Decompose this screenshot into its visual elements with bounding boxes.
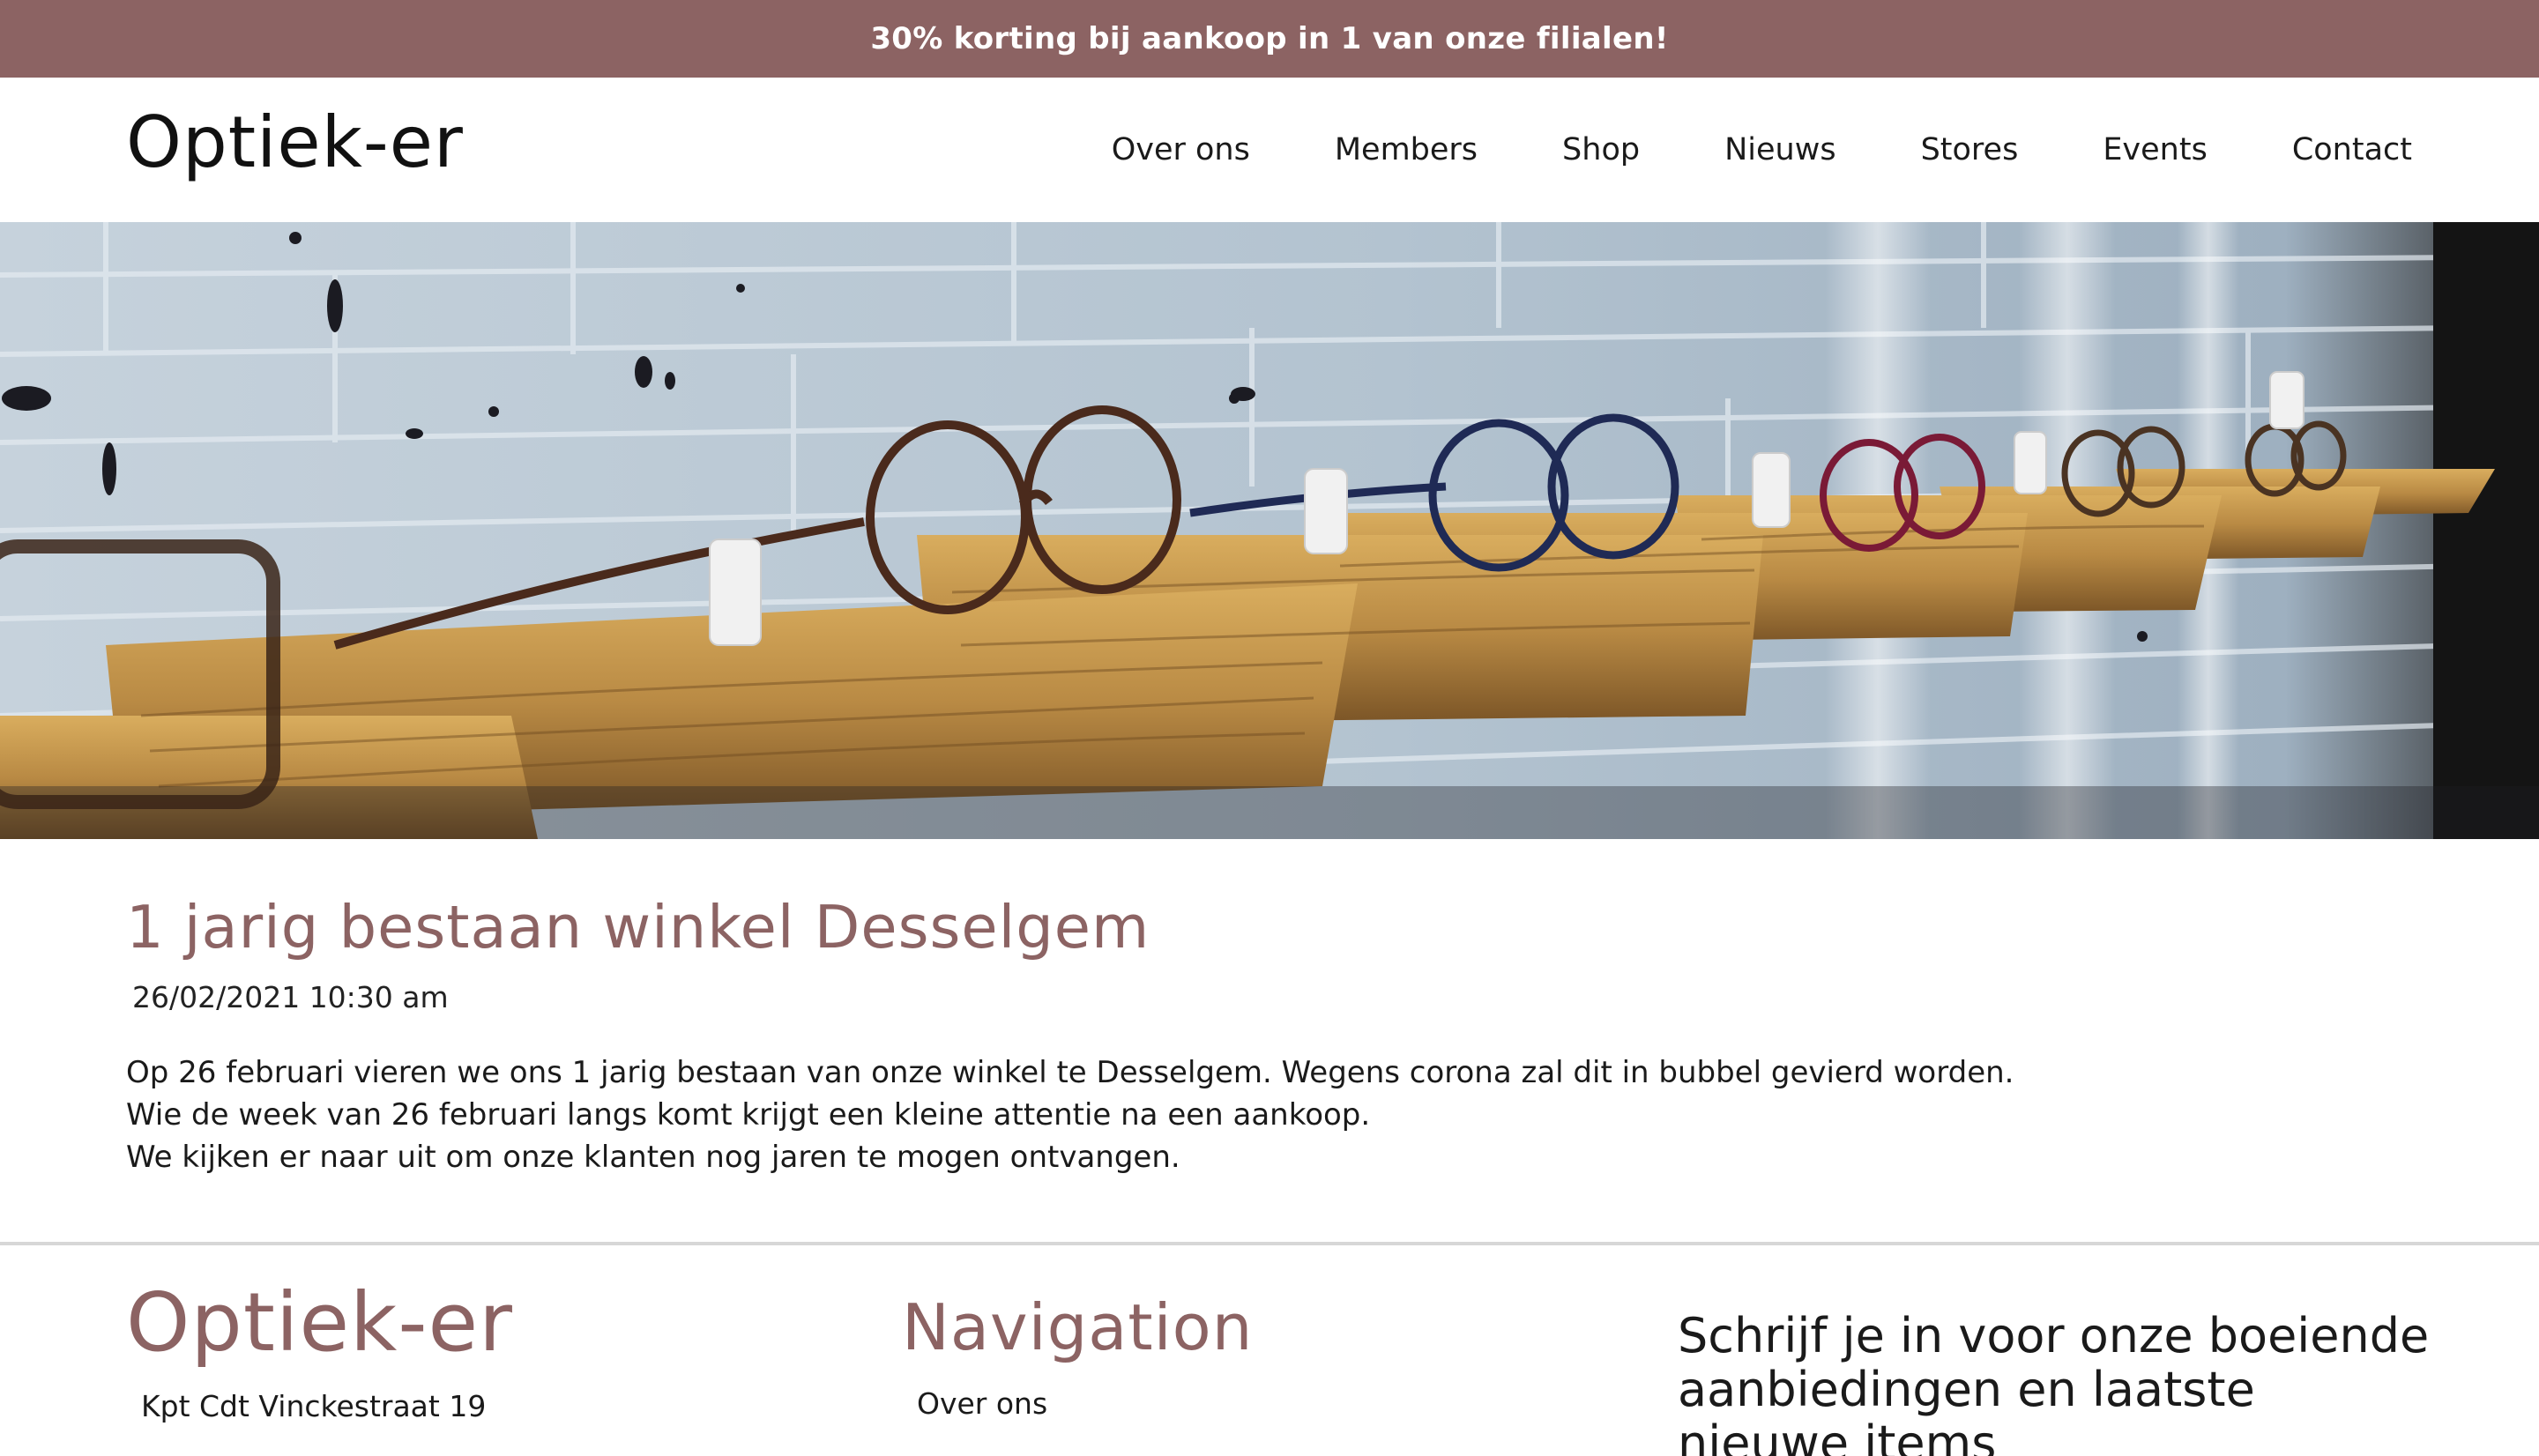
article-paragraph: Op 26 februari vieren we ons 1 jarig bes…: [126, 1055, 2014, 1091]
promo-text: 30% korting bij aankoop in 1 van onze fi…: [870, 21, 1669, 56]
article-date: 26/02/2021 10:30 am: [132, 980, 449, 1015]
footer-brand: Optiek-er Kpt Cdt Vinckestraat 19: [126, 1245, 513, 1423]
footer-navigation: Navigation Over ons: [902, 1245, 1254, 1421]
footer-address: Kpt Cdt Vinckestraat 19: [141, 1388, 487, 1423]
nav-item-shop[interactable]: Shop: [1562, 132, 1640, 167]
nav-item-over-ons[interactable]: Over ons: [1112, 132, 1250, 167]
site-header: Optiek-er Over ons Members Shop Nieuws S…: [0, 78, 2539, 222]
nav-item-events[interactable]: Events: [2103, 132, 2208, 167]
footer-nav-title: Navigation: [902, 1290, 1254, 1364]
footer-nav-item-over-ons[interactable]: Over ons: [917, 1386, 1253, 1421]
article-title: 1 jarig bestaan winkel Desselgem: [126, 893, 1150, 962]
nav-item-stores[interactable]: Stores: [1921, 132, 2019, 167]
site-footer: Optiek-er Kpt Cdt Vinckestraat 19 Naviga…: [0, 1242, 2539, 1456]
hero-image: [0, 222, 2539, 839]
nav-item-contact[interactable]: Contact: [2292, 132, 2412, 167]
newsletter-title: Schrijf je in voor onze boeiende aanbied…: [1678, 1308, 2430, 1456]
main-nav: Over ons Members Shop Nieuws Stores Even…: [1112, 132, 2412, 167]
nav-item-members[interactable]: Members: [1335, 132, 1478, 167]
article-paragraph: We kijken er naar uit om onze klanten no…: [126, 1140, 1180, 1176]
article-paragraph: Wie de week van 26 februari langs komt k…: [126, 1097, 1371, 1133]
news-article: 1 jarig bestaan winkel Desselgem 26/02/2…: [126, 839, 2418, 1178]
footer-newsletter: Schrijf je in voor onze boeiende aanbied…: [1678, 1245, 2436, 1456]
promo-banner: 30% korting bij aankoop in 1 van onze fi…: [0, 0, 2539, 78]
article-body: Op 26 februari vieren we ons 1 jarig bes…: [126, 1051, 2418, 1178]
nav-item-nieuws[interactable]: Nieuws: [1724, 132, 1835, 167]
site-logo[interactable]: Optiek-er: [126, 100, 464, 185]
footer-logo[interactable]: Optiek-er: [126, 1245, 513, 1366]
